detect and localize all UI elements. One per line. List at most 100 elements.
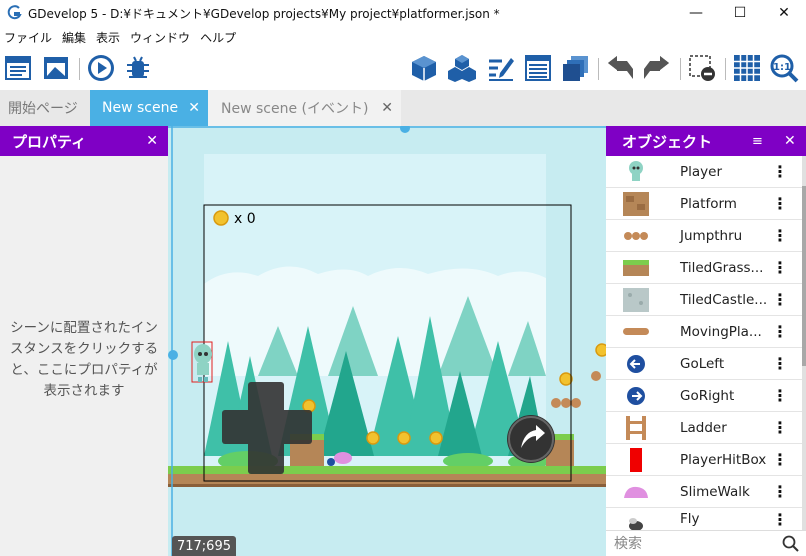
object-item-fly[interactable]: Fly ⋮: [606, 508, 802, 530]
tiled-castle-icon: [622, 286, 650, 314]
close-panel-icon[interactable]: ✕: [146, 133, 158, 149]
layers-icon: [563, 56, 588, 81]
zoom-level-label: 1:1: [773, 62, 791, 73]
more-options-icon[interactable]: ⋮: [772, 194, 788, 213]
toolbar-separator: [725, 58, 726, 80]
object-item-tiledgrass[interactable]: TiledGrass... ⋮: [606, 252, 802, 284]
platform-icon: [622, 190, 650, 218]
objects-panel-header: オブジェクト ≡ ✕: [606, 126, 806, 156]
object-name: Jumpthru: [680, 227, 743, 244]
delete-button[interactable]: [686, 52, 718, 84]
object-name: Player: [680, 163, 723, 180]
search-icon[interactable]: [782, 535, 800, 553]
tab-scene-events[interactable]: New scene (イベント) ✕: [208, 90, 401, 126]
properties-edit-button[interactable]: [485, 52, 517, 84]
more-options-icon[interactable]: ⋮: [772, 450, 788, 469]
object-item-tiledcastle[interactable]: TiledCastle... ⋮: [606, 284, 802, 316]
object-item-platform[interactable]: Platform ⋮: [606, 188, 802, 220]
object-item-ladder[interactable]: Ladder ⋮: [606, 412, 802, 444]
undo-button[interactable]: [604, 52, 636, 84]
object-name: Platform: [680, 195, 737, 212]
close-panel-icon[interactable]: ✕: [784, 133, 796, 149]
more-options-icon[interactable]: ⋮: [772, 290, 788, 309]
search-input[interactable]: [614, 534, 774, 554]
menu-file[interactable]: ファイル: [0, 29, 58, 46]
scene-canvas[interactable]: x 0: [168, 126, 606, 556]
object-name: SlimeWalk: [680, 483, 750, 500]
properties-panel-title: プロパティ: [12, 132, 87, 151]
object-name: MovingPla...: [680, 323, 762, 340]
more-options-icon[interactable]: ⋮: [772, 386, 788, 405]
object-item-playerhitbox[interactable]: PlayerHitBox ⋮: [606, 444, 802, 476]
delete-icon: [689, 55, 715, 81]
edit-object-icon: [412, 56, 436, 81]
scene-editor-icon: [44, 57, 68, 79]
menu-view[interactable]: 表示: [92, 29, 126, 46]
cursor-coordinates: 717;695: [172, 536, 236, 556]
object-item-goleft[interactable]: GoLeft ⋮: [606, 348, 802, 380]
tab-scene[interactable]: New scene ✕: [90, 90, 208, 126]
object-item-movingplatform[interactable]: MovingPla... ⋮: [606, 316, 802, 348]
debugger-button[interactable]: [122, 52, 154, 84]
minimize-button[interactable]: —: [674, 0, 718, 26]
menu-bar: ファイル 編集 表示 ウィンドウ ヘルプ: [0, 26, 806, 48]
scene-editor-button[interactable]: [40, 52, 72, 84]
properties-edit-icon: [489, 58, 514, 81]
menu-window[interactable]: ウィンドウ: [126, 29, 196, 46]
preview-button[interactable]: [85, 52, 117, 84]
redo-button[interactable]: [641, 52, 673, 84]
object-name: TiledCastle...: [680, 291, 768, 308]
maximize-button[interactable]: ☐: [718, 0, 762, 26]
more-options-icon[interactable]: ⋮: [772, 510, 788, 529]
more-options-icon[interactable]: ⋮: [772, 226, 788, 245]
scene-view[interactable]: x 0: [168, 126, 606, 556]
object-item-slimewalk[interactable]: SlimeWalk ⋮: [606, 476, 802, 508]
undo-icon: [608, 56, 633, 79]
object-item-player[interactable]: Player ⋮: [606, 156, 802, 188]
more-options-icon[interactable]: ⋮: [772, 418, 788, 437]
layers-button[interactable]: [560, 52, 592, 84]
tab-label: New scene (イベント): [221, 101, 369, 117]
go-left-icon: [622, 350, 650, 378]
objects-panel-title: オブジェクト: [622, 132, 713, 151]
toolbar-separator: [680, 58, 681, 80]
object-name: GoRight: [680, 387, 735, 404]
moving-platform-icon: [622, 318, 650, 346]
object-name: TiledGrass...: [680, 259, 764, 276]
grid-button[interactable]: [731, 52, 763, 84]
properties-panel-header: プロパティ ✕: [0, 126, 168, 156]
tab-label: New scene: [102, 100, 179, 116]
zoom-reset-button[interactable]: 1:1: [768, 52, 800, 84]
menu-help[interactable]: ヘルプ: [196, 29, 242, 46]
preview-play-icon: [88, 55, 114, 81]
object-item-jumpthru[interactable]: Jumpthru ⋮: [606, 220, 802, 252]
more-options-icon[interactable]: ⋮: [772, 258, 788, 277]
edit-object-button[interactable]: [408, 52, 440, 84]
objects-panel: オブジェクト ≡ ✕ Player ⋮ Platform ⋮ Jumpthru …: [606, 126, 806, 556]
more-options-icon[interactable]: ⋮: [772, 162, 788, 181]
tiled-grass-icon: [622, 254, 650, 282]
project-manager-button[interactable]: [2, 52, 34, 84]
close-tab-icon[interactable]: ✕: [188, 100, 200, 116]
more-options-icon[interactable]: ⋮: [772, 482, 788, 501]
close-tab-icon[interactable]: ✕: [381, 100, 393, 116]
properties-panel: プロパティ ✕ シーンに配置されたインスタンスをクリックすると、ここにプロパティ…: [0, 126, 168, 556]
object-search: [606, 530, 806, 556]
redo-icon: [644, 56, 669, 79]
close-window-button[interactable]: ✕: [762, 0, 806, 26]
objects-scrollbar[interactable]: [802, 156, 806, 556]
more-options-icon[interactable]: ⋮: [772, 354, 788, 373]
object-item-goright[interactable]: GoRight ⋮: [606, 380, 802, 412]
tab-start-page[interactable]: 開始ページ: [0, 90, 90, 126]
object-name: Fly: [680, 511, 700, 527]
object-groups-button[interactable]: [446, 52, 478, 84]
hitbox-icon: [622, 446, 650, 474]
more-options-icon[interactable]: ⋮: [772, 322, 788, 341]
menu-edit[interactable]: 編集: [58, 29, 92, 46]
filter-icon[interactable]: ≡: [752, 134, 763, 149]
jump-button[interactable]: [507, 415, 555, 463]
object-groups-icon: [448, 55, 476, 82]
instances-list-button[interactable]: [522, 52, 554, 84]
instances-list-icon: [525, 55, 551, 81]
debugger-icon: [127, 56, 149, 78]
